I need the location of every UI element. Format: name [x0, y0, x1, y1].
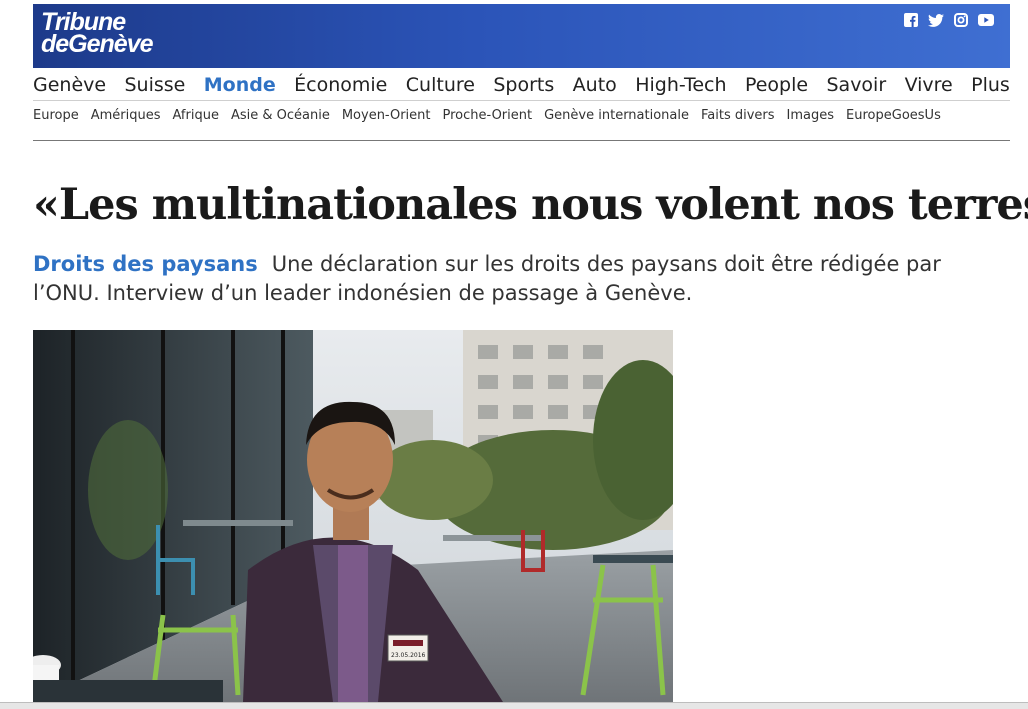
- nav-economie[interactable]: Économie: [294, 74, 387, 96]
- social-links: [903, 13, 994, 27]
- photo-illustration: 23.05.2016: [33, 330, 673, 702]
- subnav-asie-oceanie[interactable]: Asie & Océanie: [231, 108, 330, 123]
- instagram-icon[interactable]: [953, 13, 969, 27]
- nav-suisse[interactable]: Suisse: [124, 74, 185, 96]
- subnav-geneve-internationale[interactable]: Genève internationale: [544, 108, 689, 123]
- subnav-proche-orient[interactable]: Proche-Orient: [443, 108, 533, 123]
- subnav-afrique[interactable]: Afrique: [173, 108, 219, 123]
- badge-date: 23.05.2016: [391, 652, 426, 659]
- site-header: Tribune deGenève: [33, 4, 1010, 68]
- nav-monde[interactable]: Monde: [204, 74, 276, 96]
- nav-high-tech[interactable]: High-Tech: [635, 74, 726, 96]
- subnav-faits-divers[interactable]: Faits divers: [701, 108, 775, 123]
- nav-plus[interactable]: Plus: [971, 74, 1010, 96]
- nav-auto[interactable]: Auto: [573, 74, 617, 96]
- subnav-images[interactable]: Images: [787, 108, 835, 123]
- nav-culture[interactable]: Culture: [406, 74, 475, 96]
- article-lead: Droits des paysans Une déclaration sur le…: [33, 250, 1003, 308]
- youtube-icon[interactable]: [978, 13, 994, 27]
- subnav-europe[interactable]: Europe: [33, 108, 79, 123]
- subnav-europegoesus[interactable]: EuropeGoesUs: [846, 108, 941, 123]
- article-kicker[interactable]: Droits des paysans: [33, 252, 258, 276]
- nav-savoir[interactable]: Savoir: [826, 74, 886, 96]
- sub-navigation: Europe Amériques Afrique Asie & Océanie …: [33, 108, 1010, 123]
- twitter-icon[interactable]: [928, 13, 944, 27]
- nav-people[interactable]: People: [745, 74, 808, 96]
- article-title: «Les multinationales nous volent nos ter…: [33, 180, 1028, 230]
- facebook-icon[interactable]: [903, 13, 919, 27]
- nav-sports[interactable]: Sports: [493, 74, 554, 96]
- section-divider: [33, 140, 1010, 141]
- main-navigation: Genève Suisse Monde Économie Culture Spo…: [33, 70, 1010, 101]
- site-logo[interactable]: Tribune deGenève: [41, 10, 154, 58]
- nav-geneve[interactable]: Genève: [33, 74, 106, 96]
- article-photo[interactable]: 23.05.2016: [33, 330, 673, 702]
- nav-vivre[interactable]: Vivre: [905, 74, 953, 96]
- subnav-moyen-orient[interactable]: Moyen-Orient: [342, 108, 431, 123]
- logo-line-2: deGenève: [41, 30, 154, 58]
- subnav-ameriques[interactable]: Amériques: [91, 108, 161, 123]
